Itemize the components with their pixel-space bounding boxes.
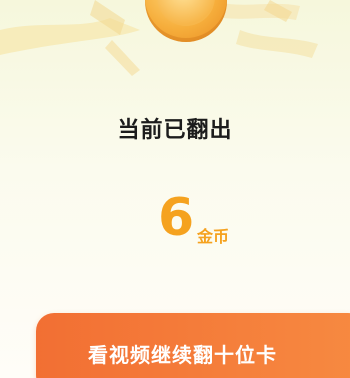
reward-card: 当前已翻出 6 金币 看视频继续翻十位卡 <box>0 0 350 378</box>
watch-video-button[interactable]: 看视频继续翻十位卡 <box>36 313 350 378</box>
reward-unit: 金币 <box>197 227 230 246</box>
reward-amount: 6 <box>158 188 195 248</box>
gold-coin-face <box>157 0 215 26</box>
watch-video-button-label: 看视频继续翻十位卡 <box>88 343 277 367</box>
reward-title: 当前已翻出 <box>117 118 233 143</box>
